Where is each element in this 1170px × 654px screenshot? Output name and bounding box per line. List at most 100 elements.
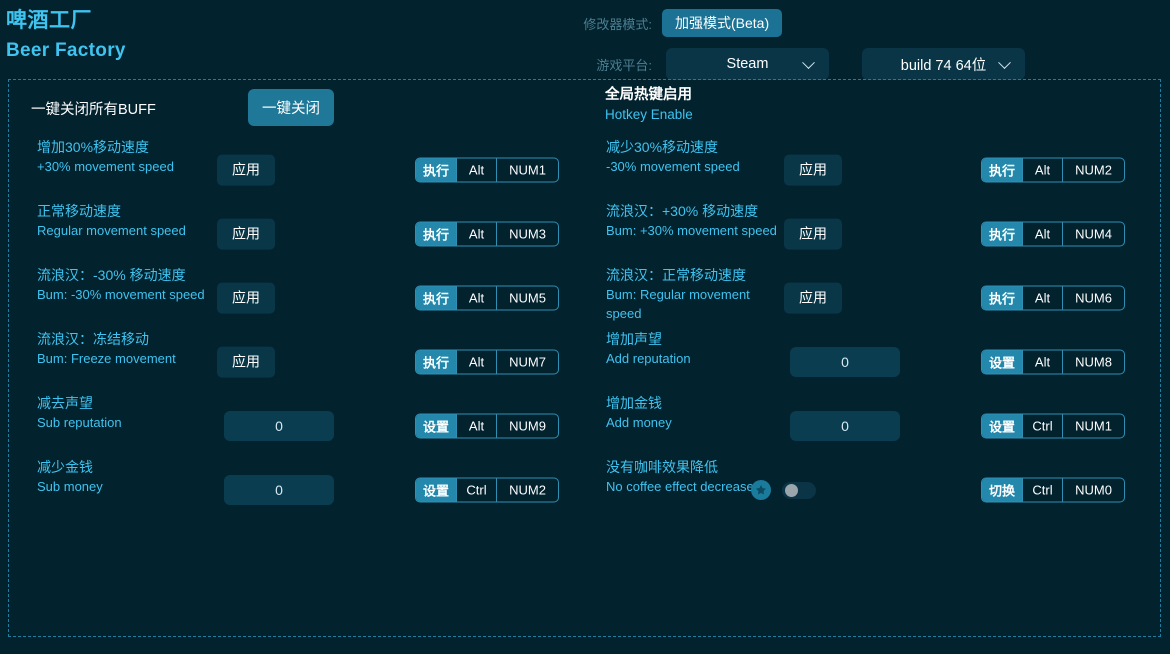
cheat-label-en: -30% movement speed: [606, 157, 786, 176]
hotkey-modifier[interactable]: Ctrl: [1022, 479, 1062, 502]
cheat-label-cn: 减去声望: [37, 394, 217, 413]
hotkey-group[interactable]: 执行AltNUM2: [981, 158, 1125, 183]
cheat-label-en: +30% movement speed: [37, 157, 217, 176]
hotkey-key[interactable]: NUM0: [1062, 479, 1124, 502]
toggle-knob: [785, 484, 798, 497]
game-platform-label: 游戏平台:: [575, 55, 662, 74]
hotkey-group[interactable]: 执行AltNUM6: [981, 286, 1125, 311]
hotkey-action-label: 执行: [416, 351, 456, 374]
all-buff-label: 一键关闭所有BUFF: [31, 98, 156, 119]
hotkey-action-label: 执行: [416, 223, 456, 246]
apply-button[interactable]: 应用: [217, 347, 275, 378]
hotkey-group[interactable]: 设置CtrlNUM2: [415, 478, 559, 503]
right-row-list: 减少30%移动速度-30% movement speed应用执行AltNUM2流…: [585, 138, 1161, 522]
apply-button[interactable]: 应用: [217, 155, 275, 186]
hotkey-key[interactable]: NUM5: [496, 287, 558, 310]
hotkey-key[interactable]: NUM2: [1062, 159, 1124, 182]
cheat-label-cn: 没有咖啡效果降低: [606, 458, 786, 477]
app-title-cn: 啤酒工厂: [6, 8, 126, 34]
hotkey-modifier[interactable]: Alt: [456, 287, 496, 310]
hotkey-enable-label-cn: 全局热键启用: [605, 86, 693, 105]
cheat-label-en: Sub money: [37, 477, 217, 496]
cheat-label-cn: 减少30%移动速度: [606, 138, 786, 157]
cheat-row: 增加金钱Add money 设置CtrlNUM1: [585, 394, 1161, 458]
cheat-toggle[interactable]: [782, 482, 816, 499]
apply-button[interactable]: 应用: [217, 283, 275, 314]
right-column: 全局热键启用 Hotkey Enable 减少30%移动速度-30% movem…: [585, 80, 1161, 636]
hotkey-group[interactable]: 执行AltNUM4: [981, 222, 1125, 247]
app-title-en: Beer Factory: [6, 38, 126, 64]
hotkey-key[interactable]: NUM2: [496, 479, 558, 502]
cheat-label-en: Bum: Freeze movement: [37, 349, 217, 368]
hotkey-key[interactable]: NUM7: [496, 351, 558, 374]
cheat-label-cn: 流浪汉：+30% 移动速度: [606, 202, 786, 221]
hotkey-modifier[interactable]: Alt: [456, 159, 496, 182]
cheat-row-labels: 正常移动速度Regular movement speed: [37, 202, 217, 240]
cheat-label-en: Bum: -30% movement speed: [37, 285, 217, 304]
build-dropdown[interactable]: build 74 64位: [862, 48, 1025, 80]
hotkey-key[interactable]: NUM9: [496, 415, 558, 438]
hotkey-key[interactable]: NUM3: [496, 223, 558, 246]
hotkey-group[interactable]: 执行AltNUM7: [415, 350, 559, 375]
cheat-label-en: Bum: Regular movement speed: [606, 285, 786, 323]
hotkey-action-label: 执行: [982, 223, 1022, 246]
close-all-button[interactable]: 一键关闭: [248, 89, 334, 126]
trainer-mode-button[interactable]: 加强模式(Beta): [662, 9, 782, 37]
app-header: 啤酒工厂 Beer Factory 修改器模式: 加强模式(Beta) 游戏平台…: [0, 0, 1170, 78]
apply-button[interactable]: 应用: [784, 219, 842, 250]
hotkey-key[interactable]: NUM1: [1062, 415, 1124, 438]
hotkey-action-label: 执行: [416, 159, 456, 182]
hotkey-modifier[interactable]: Alt: [456, 351, 496, 374]
hotkey-key[interactable]: NUM4: [1062, 223, 1124, 246]
value-input[interactable]: [790, 411, 900, 441]
cheat-label-en: Regular movement speed: [37, 221, 217, 240]
hotkey-key[interactable]: NUM1: [496, 159, 558, 182]
hotkey-group[interactable]: 设置AltNUM9: [415, 414, 559, 439]
hotkey-group[interactable]: 切换CtrlNUM0: [981, 478, 1125, 503]
value-input[interactable]: [224, 475, 334, 505]
cheat-row: 流浪汉：+30% 移动速度Bum: +30% movement speed应用执…: [585, 202, 1161, 266]
value-input[interactable]: [224, 411, 334, 441]
cheat-label-en: Sub reputation: [37, 413, 217, 432]
app-branding: 啤酒工厂 Beer Factory: [6, 8, 126, 64]
hotkey-action-label: 设置: [982, 351, 1022, 374]
cheat-row: 增加30%移动速度+30% movement speed应用 执行AltNUM1: [9, 138, 585, 202]
cheat-row: 减去声望Sub reputation 设置AltNUM9: [9, 394, 585, 458]
hotkey-modifier[interactable]: Alt: [1022, 351, 1062, 374]
hotkey-action-label: 执行: [982, 287, 1022, 310]
hotkey-key[interactable]: NUM6: [1062, 287, 1124, 310]
left-row-list: 增加30%移动速度+30% movement speed应用执行AltNUM1正…: [9, 138, 585, 522]
hotkey-modifier[interactable]: Alt: [1022, 287, 1062, 310]
cheat-row-labels: 流浪汉：正常移动速度Bum: Regular movement speed: [606, 266, 786, 323]
hotkey-modifier[interactable]: Alt: [1022, 159, 1062, 182]
hotkey-enable-labels: 全局热键启用 Hotkey Enable: [605, 86, 693, 124]
all-buff-row: 一键关闭所有BUFF 一键关闭: [9, 80, 585, 138]
hotkey-action-label: 执行: [416, 287, 456, 310]
hotkey-modifier[interactable]: Alt: [456, 415, 496, 438]
cheat-row-labels: 减少30%移动速度-30% movement speed: [606, 138, 786, 176]
cheat-row-labels: 流浪汉：冻结移动Bum: Freeze movement: [37, 330, 217, 368]
hotkey-enable-row: 全局热键启用 Hotkey Enable: [585, 80, 1161, 138]
platform-dropdown[interactable]: Steam: [666, 48, 829, 80]
cheat-row-labels: 增加金钱Add money: [606, 394, 786, 432]
apply-button[interactable]: 应用: [217, 219, 275, 250]
hotkey-modifier[interactable]: Alt: [1022, 223, 1062, 246]
cheat-row: 减少金钱Sub money设置CtrlNUM2: [9, 458, 585, 522]
apply-button[interactable]: 应用: [784, 283, 842, 314]
value-input[interactable]: [790, 347, 900, 377]
hotkey-group[interactable]: 执行AltNUM3: [415, 222, 559, 247]
cheat-row-labels: 增加30%移动速度+30% movement speed: [37, 138, 217, 176]
apply-button[interactable]: 应用: [784, 155, 842, 186]
hotkey-key[interactable]: NUM8: [1062, 351, 1124, 374]
cheat-row: 流浪汉：正常移动速度Bum: Regular movement speed应用 执…: [585, 266, 1161, 330]
hotkey-group[interactable]: 设置AltNUM8: [981, 350, 1125, 375]
hotkey-modifier[interactable]: Alt: [456, 223, 496, 246]
toggle-control: [751, 480, 816, 500]
hotkey-modifier[interactable]: Ctrl: [456, 479, 496, 502]
hotkey-group[interactable]: 执行AltNUM5: [415, 286, 559, 311]
hotkey-modifier[interactable]: Ctrl: [1022, 415, 1062, 438]
cheat-row-labels: 减去声望Sub reputation: [37, 394, 217, 432]
cheat-label-cn: 增加30%移动速度: [37, 138, 217, 157]
hotkey-group[interactable]: 设置CtrlNUM1: [981, 414, 1125, 439]
hotkey-group[interactable]: 执行AltNUM1: [415, 158, 559, 183]
